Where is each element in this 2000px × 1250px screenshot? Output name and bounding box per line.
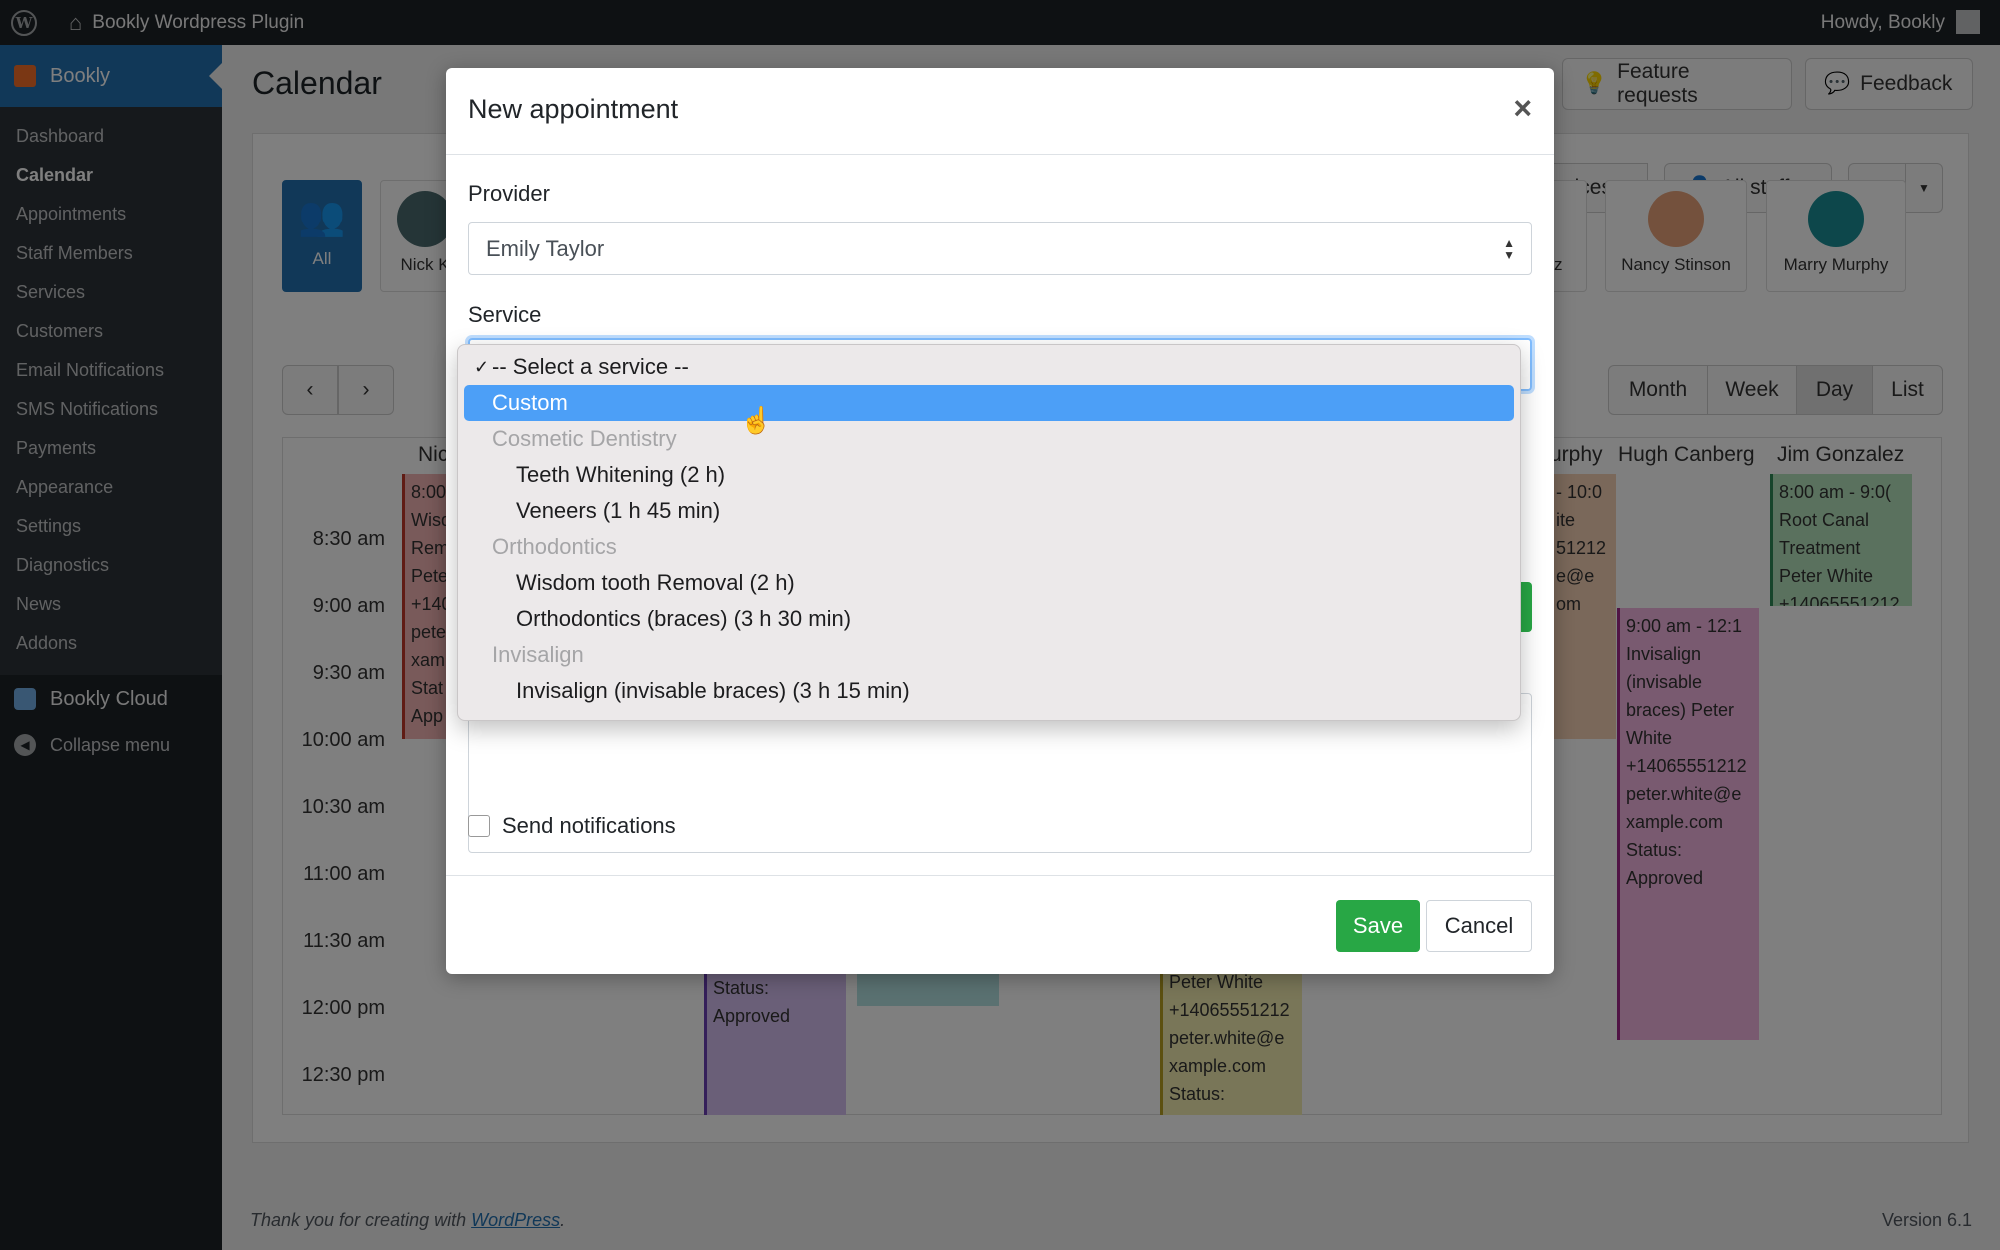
dropdown-option-label: -- Select a service -- — [492, 354, 689, 379]
dropdown-option[interactable]: Teeth Whitening (2 h) — [464, 457, 1514, 493]
select-arrows-icon: ▲ ▼ — [1503, 236, 1515, 262]
dropdown-group-header: Invisalign — [464, 637, 1514, 673]
dropdown-option-label: Teeth Whitening (2 h) — [516, 462, 726, 487]
dropdown-option[interactable]: Orthodontics (braces) (3 h 30 min) — [464, 601, 1514, 637]
service-label: Service — [468, 302, 542, 327]
cancel-button[interactable]: Cancel — [1426, 900, 1532, 952]
dropdown-option[interactable]: Invisalign (invisable braces) (3 h 15 mi… — [464, 673, 1514, 709]
dropdown-option-label: Veneers (1 h 45 min) — [516, 498, 721, 523]
modal-footer: Save Cancel — [446, 875, 1554, 974]
send-notifications-label: Send notifications — [502, 813, 676, 838]
dropdown-option-label: Orthodontics (braces) (3 h 30 min) — [516, 606, 852, 631]
send-notifications-checkbox[interactable] — [468, 815, 490, 837]
dropdown-option-label: Custom — [492, 390, 568, 415]
dropdown-group-header: Orthodontics — [464, 529, 1514, 565]
dropdown-option-label: Invisalign (invisable braces) (3 h 15 mi… — [516, 678, 910, 703]
dropdown-option-selected[interactable]: Custom — [464, 385, 1514, 421]
hidden-green-button-edge[interactable] — [1520, 582, 1532, 632]
provider-value: Emily Taylor — [486, 235, 605, 261]
dropdown-option-label: Wisdom tooth Removal (2 h) — [516, 570, 795, 595]
provider-label: Provider — [468, 181, 550, 206]
dropdown-option[interactable]: ✓ -- Select a service -- — [464, 349, 1514, 385]
hand-cursor-icon: ☝ — [740, 405, 773, 435]
service-dropdown-list: ✓ -- Select a service -- Custom Cosmetic… — [457, 344, 1521, 721]
save-button[interactable]: Save — [1336, 900, 1420, 952]
modal-header: New appointment × — [446, 68, 1554, 155]
dropdown-group-label: Invisalign — [492, 642, 584, 667]
provider-select[interactable]: Emily Taylor ▲ ▼ — [468, 222, 1532, 275]
send-notifications-row[interactable]: Send notifications — [468, 813, 676, 839]
dropdown-group-label: Cosmetic Dentistry — [492, 426, 677, 451]
dropdown-group-label: Orthodontics — [492, 534, 617, 559]
close-icon[interactable]: × — [1513, 90, 1532, 127]
checkmark-icon: ✓ — [474, 357, 490, 377]
dropdown-option[interactable]: Wisdom tooth Removal (2 h) — [464, 565, 1514, 601]
dropdown-group-header: Cosmetic Dentistry — [464, 421, 1514, 457]
modal-title: New appointment — [468, 94, 679, 124]
dropdown-option[interactable]: Veneers (1 h 45 min) — [464, 493, 1514, 529]
